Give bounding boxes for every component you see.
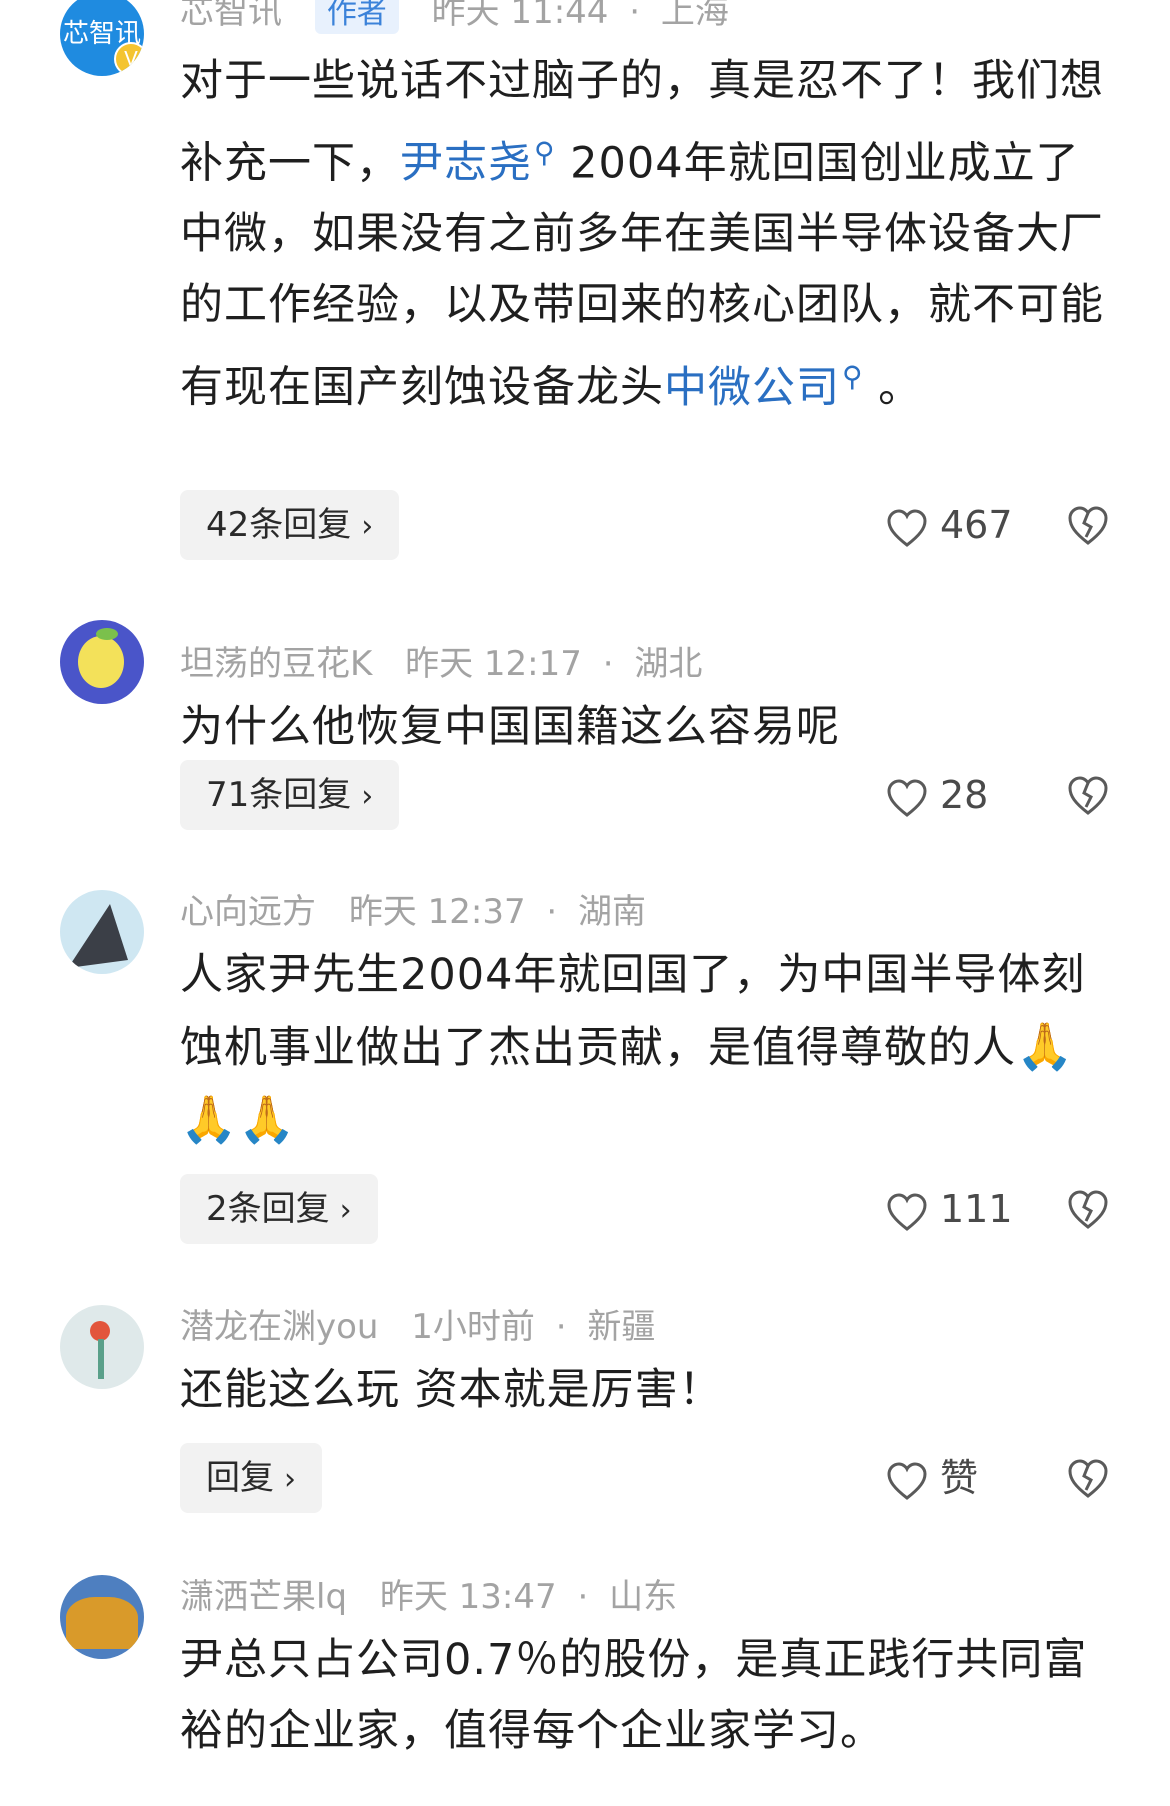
separator-dot: ·: [629, 0, 641, 32]
comment-text-part: 。: [863, 362, 923, 413]
comment-meta: 潜龙在渊you 1小时前 · 新疆: [180, 1305, 655, 1349]
author-name[interactable]: 潜龙在渊you: [180, 1307, 378, 1347]
replies-label: 42条回复: [206, 505, 352, 545]
comment-meta: 心向远方 昨天 12:37 · 湖南: [180, 890, 646, 934]
heart-icon: [887, 778, 927, 817]
reply-button[interactable]: 回复 ›: [180, 1443, 322, 1513]
avatar-flower: [90, 1321, 110, 1341]
chevron-right-icon: ›: [361, 509, 374, 544]
replies-label: 71条回复: [206, 775, 352, 815]
comment-text-part: 人家尹先生2004年就回国了，为中国半导体刻蚀机事业做出了杰出贡献，是值得尊敬的…: [180, 950, 1086, 1073]
avatar[interactable]: [60, 620, 144, 704]
like-count: 111: [940, 1187, 1013, 1231]
search-icon: ⚲: [842, 360, 864, 394]
comment-meta: 坦荡的豆花K 昨天 12:17 · 湖北: [180, 642, 702, 686]
separator-dot: ·: [602, 644, 614, 684]
avatar[interactable]: 芯智讯 V: [60, 0, 144, 76]
company-link-label: 中微公司: [664, 362, 840, 413]
avatar[interactable]: [60, 1575, 144, 1659]
broken-heart-icon[interactable]: [1066, 773, 1110, 817]
chevron-right-icon: ›: [361, 779, 374, 814]
broken-heart-icon[interactable]: [1066, 503, 1110, 547]
like-button[interactable]: 28: [886, 760, 988, 830]
chevron-right-icon: ›: [339, 1193, 352, 1228]
comment-meta: 潇洒芒果lq 昨天 13:47 · 山东: [180, 1575, 677, 1619]
comment-time: 昨天 13:47: [379, 1577, 557, 1617]
separator-dot: ·: [546, 892, 558, 932]
reply-label: 回复: [206, 1458, 274, 1498]
comment-text: 还能这么玩 资本就是厉害！: [180, 1365, 723, 1415]
verified-badge-icon: V: [114, 42, 144, 76]
avatar-leaf: [96, 628, 118, 640]
author-name[interactable]: 心向远方: [180, 892, 316, 932]
person-link-label: 尹志尧: [400, 138, 532, 189]
separator-dot: ·: [555, 1307, 567, 1347]
author-name[interactable]: 坦荡的豆花K: [180, 644, 372, 684]
separator-dot: ·: [577, 1577, 589, 1617]
like-label: 赞: [940, 1456, 979, 1500]
mountain-image: [68, 904, 128, 968]
avatar-image: [78, 636, 124, 688]
author-name[interactable]: 芯智讯: [180, 0, 282, 32]
person-link[interactable]: 尹志尧⚲: [400, 136, 556, 189]
comment-time: 昨天 11:44: [431, 0, 609, 32]
comment-text: 尹总只占公司0.7％的股份，是真正践行共同富裕的企业家，值得每个企业家学习。: [180, 1635, 1088, 1756]
comment-text: 对于一些说话不过脑子的，真是忍不了！我们想补充一下，尹志尧⚲ 2004年就回国创…: [180, 46, 1120, 424]
avatar-stem: [98, 1339, 104, 1379]
author-name[interactable]: 潇洒芒果lq: [180, 1577, 347, 1617]
like-button[interactable]: 111: [886, 1174, 1013, 1244]
comment-location: 湖南: [578, 892, 647, 932]
like-count: 467: [940, 503, 1013, 547]
view-replies-button[interactable]: 2条回复 ›: [180, 1174, 378, 1244]
heart-icon: [887, 1461, 927, 1500]
author-badge: 作者: [314, 0, 399, 34]
company-link[interactable]: 中微公司⚲: [664, 360, 864, 413]
like-count: 28: [940, 773, 989, 817]
comment-time: 昨天 12:37: [348, 892, 526, 932]
broken-heart-icon[interactable]: [1066, 1456, 1110, 1500]
comment-location: 山东: [609, 1577, 678, 1617]
bottom-fade: [0, 1766, 1170, 1806]
comment-time: 1小时前: [411, 1307, 535, 1347]
avatar-tree: [66, 1597, 138, 1649]
comment-text: 人家尹先生2004年就回国了，为中国半导体刻蚀机事业做出了杰出贡献，是值得尊敬的…: [180, 940, 1120, 1157]
comment-location: 上海: [660, 0, 729, 32]
like-button[interactable]: 赞: [886, 1443, 978, 1513]
view-replies-button[interactable]: 71条回复 ›: [180, 760, 400, 830]
search-icon: ⚲: [534, 136, 556, 169]
heart-icon: [887, 508, 927, 547]
comment-location: 湖北: [634, 644, 703, 684]
comment-meta: 芯智讯 作者 昨天 11:44 · 上海: [180, 0, 729, 34]
avatar[interactable]: [60, 1305, 144, 1389]
view-replies-button[interactable]: 42条回复 ›: [180, 490, 400, 560]
heart-icon: [887, 1192, 927, 1231]
chevron-right-icon: ›: [284, 1462, 296, 1497]
replies-label: 2条回复: [206, 1189, 330, 1229]
broken-heart-icon[interactable]: [1066, 1187, 1110, 1231]
like-button[interactable]: 467: [886, 490, 1013, 560]
avatar[interactable]: [60, 890, 144, 974]
comment-time: 昨天 12:17: [405, 644, 582, 684]
comment-text: 为什么他恢复中国国籍这么容易呢: [180, 702, 840, 752]
comment-location: 新疆: [587, 1307, 656, 1347]
